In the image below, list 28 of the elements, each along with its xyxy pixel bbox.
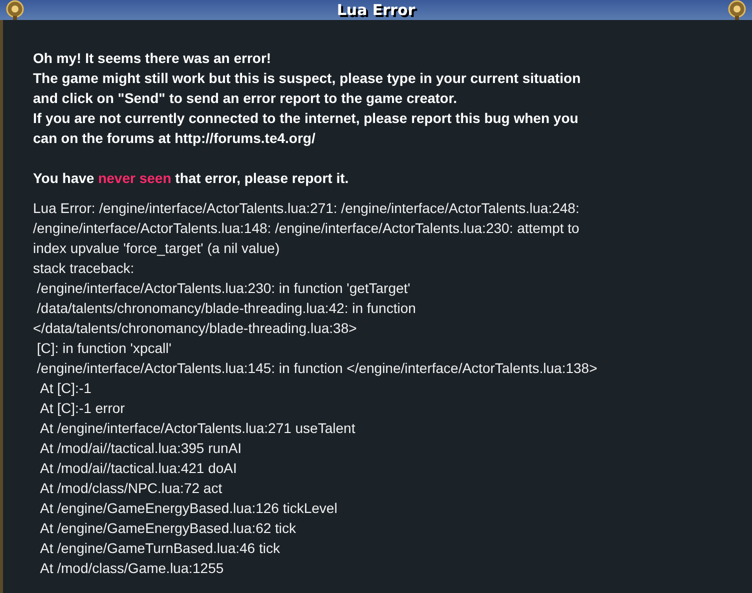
trace-line: At /engine/GameTurnBased.lua:46 tick (39, 539, 280, 558)
ornament-icon (726, 0, 748, 20)
trace-line: stack traceback: (33, 259, 134, 278)
trace-line: At [C]:-1 error (39, 399, 125, 418)
trace-line: [C]: in function 'xpcall' (36, 339, 172, 358)
ornament-icon (4, 0, 26, 20)
trace-line: /engine/interface/ActorTalents.lua:145: in function </engine/interface/ActorTalents.lua:138> (36, 359, 598, 378)
trace-line: At /engine/interface/ActorTalents.lua:271 useTalent (39, 419, 356, 438)
trace-line: At /engine/GameEnergyBased.lua:62 tick (39, 519, 296, 538)
trace-line: At /mod/class/Game.lua:1255 (39, 559, 224, 578)
trace-line: At /mod/ai//tactical.lua:395 runAI (39, 439, 242, 458)
trace-line: At [C]:-1 (39, 379, 92, 398)
trace-line: /data/talents/chronomancy/blade-threading.lua:42: in function (36, 299, 416, 318)
trace-line: At /mod/class/NPC.lua:72 act (39, 479, 222, 498)
trace-line: index upvalue 'force_target' (a nil value) (33, 239, 280, 258)
message-text: and click on "Send" to send an error report to the game creator. (33, 89, 458, 108)
report-notice: You have never seen that error, please report it. (33, 169, 350, 188)
trace-line: At /mod/ai//tactical.lua:421 doAI (39, 459, 237, 478)
trace-line: /engine/interface/ActorTalents.lua:230: in function 'getTarget' (36, 279, 410, 298)
trace-line: </data/talents/chronomancy/blade-threading.lua:38> (33, 319, 357, 338)
trace-line: /engine/interface/ActorTalents.lua:148: /engine/interface/ActorTalents.lua:230: attempt to (33, 219, 580, 238)
message-text: can on the forums at http://forums.te4.org/ (33, 129, 316, 148)
message-text: Oh my! It seems there was an error! (33, 49, 272, 68)
window-title: Lua Error (336, 0, 416, 21)
trace-line: Lua Error: /engine/interface/ActorTalents.lua:271: /engine/interface/ActorTalents.lua:248: (33, 199, 580, 218)
trace-line: At /engine/GameEnergyBased.lua:126 tickLevel (39, 499, 338, 518)
message-text: If you are not currently connected to the internet, please report this bug when you (33, 109, 580, 128)
message-text: The game might still work but this is suspect, please type in your current situation (33, 69, 582, 88)
